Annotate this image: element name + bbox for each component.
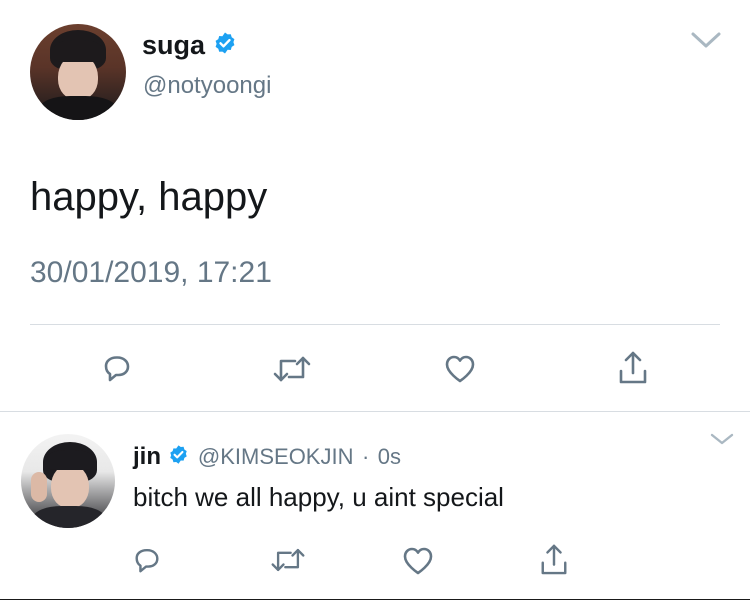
heart-icon[interactable]	[444, 354, 476, 384]
chevron-down-icon[interactable]	[709, 432, 735, 446]
bottom-divider	[0, 599, 750, 600]
reply-handle[interactable]: @KIMSEOKJIN	[198, 444, 354, 469]
reply-text: bitch we all happy, u aint special	[133, 482, 504, 512]
tweet-text: happy, happy	[30, 175, 268, 219]
verified-badge-icon	[168, 444, 189, 470]
section-divider	[0, 411, 750, 412]
avatar-suga[interactable]	[30, 24, 126, 120]
share-icon[interactable]	[617, 349, 649, 385]
retweet-icon[interactable]	[270, 547, 306, 573]
display-name[interactable]: suga	[142, 30, 205, 60]
reply-icon[interactable]	[132, 545, 162, 575]
verified-badge-icon	[213, 31, 237, 60]
handle[interactable]: @notyoongi	[143, 72, 271, 100]
divider	[30, 324, 720, 325]
tweet-timestamp: 30/01/2019, 17:21	[30, 256, 272, 289]
reply-display-name[interactable]: jin	[133, 443, 161, 470]
avatar-jin[interactable]	[21, 434, 115, 528]
reply-time: 0s	[377, 444, 401, 469]
chevron-down-icon[interactable]	[690, 30, 722, 50]
retweet-icon[interactable]	[272, 355, 312, 383]
share-icon[interactable]	[539, 542, 569, 576]
reply-icon[interactable]	[101, 352, 133, 384]
reply-separator: ·	[361, 444, 370, 469]
heart-icon[interactable]	[402, 546, 434, 576]
